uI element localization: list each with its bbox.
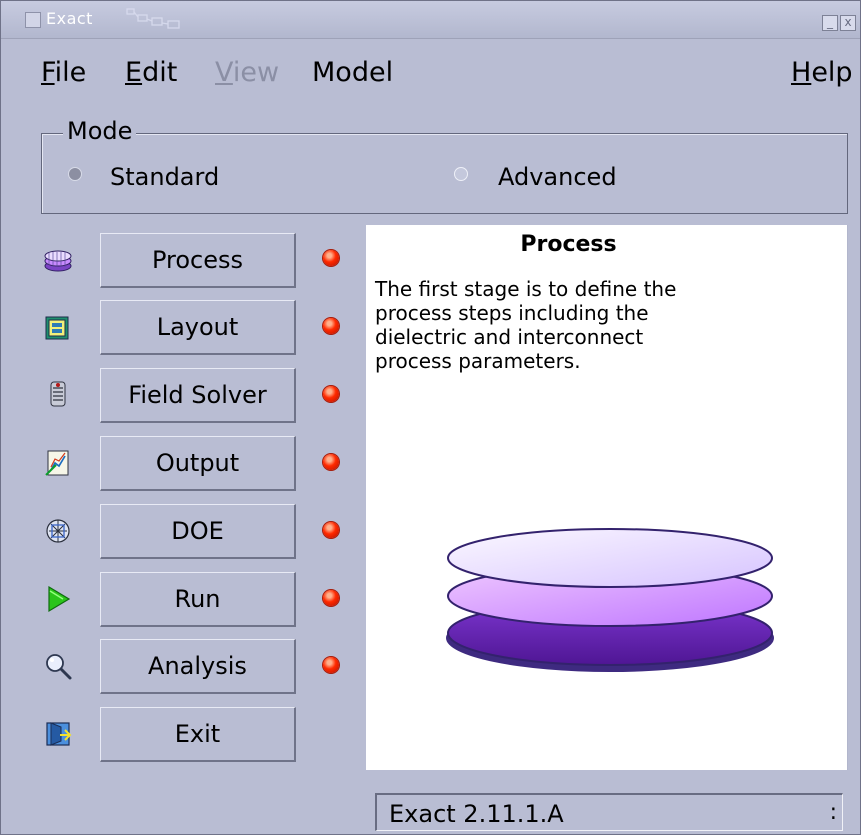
output-chart-icon — [45, 450, 69, 476]
wafer-stack-illustration — [446, 528, 774, 672]
menu-edit-mnemonic: E — [125, 57, 143, 88]
info-panel: Process The first stage is to define the… — [366, 225, 848, 770]
field-solver-status-led — [323, 386, 339, 402]
wafer-stack-icon — [44, 250, 72, 272]
layout-status-led — [323, 318, 339, 334]
info-panel-description: The first stage is to define the process… — [375, 277, 795, 373]
description-line: The first stage is to define the — [375, 277, 677, 301]
run-button[interactable]: Run — [100, 572, 296, 627]
description-line: process steps including the — [375, 301, 649, 325]
process-button[interactable]: Process — [100, 233, 296, 288]
window-menu-icon[interactable] — [25, 12, 41, 28]
menu-file-rest: ile — [54, 57, 87, 88]
output-button[interactable]: Output — [100, 436, 296, 491]
exact-window: Exact _ x File Edit View Model Help Mode… — [0, 0, 861, 835]
window-title: Exact — [46, 9, 93, 28]
magnifier-icon — [46, 654, 72, 680]
menu-model[interactable]: Model — [312, 57, 393, 88]
status-tail: : — [829, 800, 837, 825]
minimize-button[interactable]: _ — [822, 15, 838, 31]
mode-legend: Mode — [63, 117, 137, 145]
menu-edit[interactable]: Edit — [125, 57, 177, 88]
status-bar: Exact 2.11.1.A : — [375, 793, 843, 831]
standard-radio[interactable] — [68, 167, 82, 181]
analysis-button[interactable]: Analysis — [100, 639, 296, 694]
field-solver-button[interactable]: Field Solver — [100, 368, 296, 423]
menu-bar: File Edit View Model Help — [1, 39, 860, 107]
doe-icon — [46, 519, 70, 543]
exit-button[interactable]: Exit — [100, 707, 296, 762]
menu-help-mnemonic: H — [791, 57, 812, 88]
close-button[interactable]: x — [840, 15, 856, 31]
menu-view-rest: iew — [232, 57, 280, 88]
output-status-led — [323, 454, 339, 470]
menu-file[interactable]: File — [41, 57, 86, 88]
advanced-radio-label[interactable]: Advanced — [498, 163, 617, 191]
menu-help[interactable]: Help — [791, 57, 853, 88]
doe-status-led — [323, 522, 339, 538]
menu-view-mnemonic: V — [215, 57, 233, 88]
app-logo-icon — [126, 8, 180, 29]
menu-model-label: Model — [312, 57, 394, 88]
description-line: process parameters. — [375, 349, 581, 373]
field-solver-icon — [50, 381, 66, 407]
layout-button[interactable]: Layout — [100, 300, 296, 355]
process-status-led — [323, 250, 339, 266]
play-icon — [48, 585, 71, 613]
info-panel-title: Process — [520, 232, 617, 257]
description-line: dielectric and interconnect — [375, 325, 644, 349]
menu-view[interactable]: View — [215, 57, 279, 88]
analysis-status-led — [323, 657, 339, 673]
menu-edit-rest: dit — [142, 57, 178, 88]
doe-button[interactable]: DOE — [100, 504, 296, 559]
advanced-radio[interactable] — [454, 167, 468, 181]
title-bar[interactable]: Exact _ x — [1, 1, 860, 39]
menu-help-rest: elp — [811, 57, 853, 88]
menu-file-mnemonic: F — [41, 57, 55, 88]
status-text: Exact 2.11.1.A — [389, 800, 564, 828]
run-status-led — [323, 590, 339, 606]
exit-door-icon — [46, 722, 72, 746]
standard-radio-label[interactable]: Standard — [110, 163, 219, 191]
layout-icon — [45, 316, 69, 340]
